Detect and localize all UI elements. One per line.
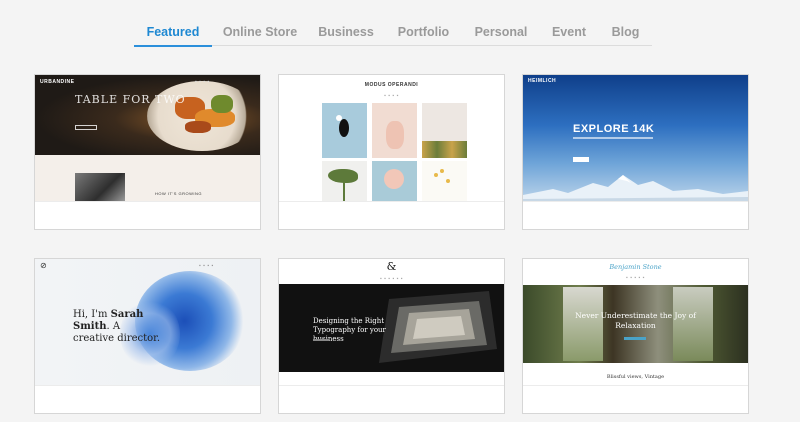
- hero-title: Hi, I'm Sarah Smith. A creative director…: [73, 309, 161, 344]
- card-footer: [279, 385, 504, 413]
- template-card-explore[interactable]: HEIMLICH EXPLORE 14K: [522, 74, 749, 230]
- mountain-image: [523, 175, 748, 201]
- brand-logo: MODUS OPERANDI: [364, 82, 419, 88]
- nav-links: ▪ ▪ ▪ ▪: [384, 93, 399, 99]
- brand-logo: &: [386, 260, 397, 273]
- tab-personal[interactable]: Personal: [463, 18, 539, 46]
- template-preview: HEIMLICH EXPLORE 14K: [523, 75, 748, 201]
- hero-title: TABLE FOR TWO: [75, 93, 186, 106]
- section-heading: Blissful views, Vintage: [606, 374, 665, 380]
- card-footer: [279, 201, 504, 229]
- brand-logo: URBANDINE: [40, 79, 75, 85]
- gallery-tile: [422, 103, 467, 158]
- gallery-tile: [322, 161, 367, 201]
- brand-logo: Benjamin Stone: [609, 263, 662, 271]
- food-image: [211, 95, 233, 113]
- template-category-tabs: Featured Online Store Business Portfolio…: [134, 18, 652, 47]
- tab-event[interactable]: Event: [539, 18, 599, 46]
- card-footer: [35, 385, 260, 413]
- chef-photo: [75, 173, 125, 201]
- brand-logo: HEIMLICH: [528, 78, 557, 84]
- template-card-sarah-smith[interactable]: ⊘ ▪ ▪ ▪ ▪ Hi, I'm Sarah Smith. A creativ…: [34, 258, 261, 414]
- hero-subtitle: [573, 137, 653, 139]
- card-footer: [35, 201, 260, 229]
- food-image: [185, 121, 211, 133]
- template-preview: URBANDINE ▪ ▪ ▪ ▪ TABLE FOR TWO HOW IT'S…: [35, 75, 260, 201]
- tab-portfolio[interactable]: Portfolio: [384, 18, 463, 46]
- hero-button: [624, 337, 646, 340]
- gallery-tile: [372, 161, 417, 201]
- template-card-typography[interactable]: & ▪ ▪ ▪ ▪ ▪ ▪ Designing the Right Typogr…: [278, 258, 505, 414]
- hero-title: Never Underestimate the Joy of Relaxatio…: [575, 311, 696, 330]
- content-section: [35, 155, 260, 201]
- template-preview: & ▪ ▪ ▪ ▪ ▪ ▪ Designing the Right Typogr…: [279, 259, 504, 385]
- card-footer: [523, 385, 748, 413]
- gallery-tile: [422, 161, 467, 201]
- section-heading: HOW IT'S GROWING: [155, 191, 202, 196]
- card-footer: [523, 201, 748, 229]
- tab-online-store[interactable]: Online Store: [212, 18, 308, 46]
- nav-links: ▪ ▪ ▪ ▪ ▪: [626, 275, 645, 281]
- logo-icon: ⊘: [40, 261, 47, 270]
- template-card-benjamin-stone[interactable]: Benjamin Stone ▪ ▪ ▪ ▪ ▪ Never Underesti…: [522, 258, 749, 414]
- hero-button: [75, 125, 97, 130]
- hero-link: [313, 339, 329, 341]
- nav-links: ▪ ▪ ▪ ▪: [199, 263, 214, 269]
- nav-links: ▪ ▪ ▪ ▪ ▪ ▪: [379, 276, 404, 282]
- template-preview: MODUS OPERANDI ▪ ▪ ▪ ▪: [279, 75, 504, 201]
- template-preview: ⊘ ▪ ▪ ▪ ▪ Hi, I'm Sarah Smith. A creativ…: [35, 259, 260, 385]
- template-card-modus-operandi[interactable]: MODUS OPERANDI ▪ ▪ ▪ ▪: [278, 74, 505, 230]
- gallery-tile: [372, 103, 417, 158]
- template-preview: Benjamin Stone ▪ ▪ ▪ ▪ ▪ Never Underesti…: [523, 259, 748, 385]
- tab-blog[interactable]: Blog: [599, 18, 652, 46]
- template-card-urbandine[interactable]: URBANDINE ▪ ▪ ▪ ▪ TABLE FOR TWO HOW IT'S…: [34, 74, 261, 230]
- tab-featured[interactable]: Featured: [134, 18, 212, 47]
- nav-links: ▪ ▪ ▪ ▪: [195, 79, 210, 85]
- gallery-tile: [322, 103, 367, 158]
- hero-title: EXPLORE 14K: [573, 123, 655, 135]
- tab-business[interactable]: Business: [308, 18, 384, 46]
